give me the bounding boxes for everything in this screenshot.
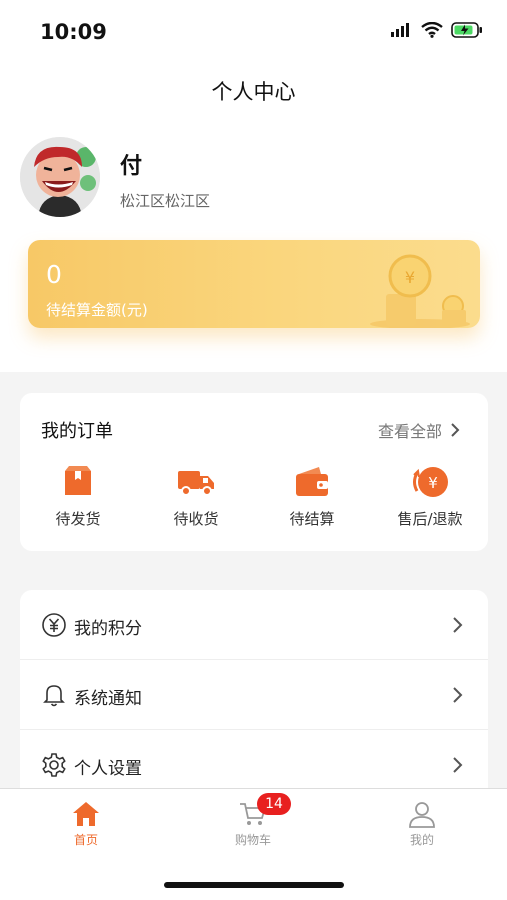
order-status-label: 售后/退款 [397, 510, 463, 528]
home-icon [73, 802, 99, 826]
svg-text:¥: ¥ [405, 268, 415, 287]
pending-earnings-label: 待结算金额(元) [46, 301, 148, 319]
chevron-right-icon [453, 687, 463, 703]
chevron-right-icon [453, 617, 463, 633]
signal-icon [391, 23, 409, 37]
bell-icon [43, 685, 65, 707]
user-name: 付 [120, 154, 143, 179]
coin-stack-icon: ¥ [370, 254, 470, 328]
status-time: 10:09 [40, 20, 107, 44]
tab-label: 我的 [409, 833, 434, 847]
order-status-to-receive[interactable]: 待收货 [146, 465, 246, 529]
user-region: 松江区松江区 [120, 192, 211, 210]
order-status-label: 待发货 [55, 510, 101, 528]
status-icons [391, 22, 483, 38]
menu-item-label: 我的积分 [74, 619, 142, 639]
gear-icon [42, 753, 66, 777]
yen-refund-icon: ¥ [413, 467, 448, 497]
tab-cart[interactable]: 14 购物车 [203, 793, 303, 848]
my-orders-card: 我的订单 查看全部 待发货 待收货 待结算 ¥ 售后/退款 [20, 393, 488, 551]
menu-item-label: 个人设置 [74, 759, 142, 779]
view-all-label: 查看全部 [377, 422, 442, 441]
order-status-to-settle[interactable]: 待结算 [262, 465, 362, 529]
avatar[interactable] [20, 137, 100, 217]
tab-mine[interactable]: 我的 [372, 799, 472, 848]
orders-title: 我的订单 [41, 421, 113, 442]
home-indicator [164, 882, 344, 888]
cart-count-badge: 14 [257, 793, 291, 815]
order-status-label: 待结算 [289, 510, 335, 528]
page-title: 个人中心 [211, 80, 296, 104]
pending-earnings-amount: 0 [46, 260, 62, 289]
package-icon [65, 466, 91, 495]
menu-item-points[interactable]: 我的积分 [20, 590, 488, 660]
svg-text:¥: ¥ [428, 474, 438, 492]
wifi-icon [421, 22, 443, 38]
tab-label: 首页 [73, 833, 98, 847]
order-status-to-ship[interactable]: 待发货 [28, 465, 128, 529]
wallet-icon [296, 467, 328, 496]
pending-earnings-card[interactable]: 0 待结算金额(元) ¥ [28, 240, 480, 328]
tab-label: 购物车 [234, 833, 271, 847]
status-bar: 10:09 [0, 0, 507, 60]
settings-menu: 我的积分 系统通知 个人设置 [20, 590, 488, 800]
avatar-image [20, 137, 100, 217]
view-all-orders-link[interactable]: 查看全部 [378, 418, 460, 442]
order-status-label: 待收货 [173, 510, 219, 528]
chevron-right-icon [453, 757, 463, 773]
truck-icon [178, 471, 214, 496]
tab-home[interactable]: 首页 [36, 799, 136, 848]
user-icon [409, 802, 435, 828]
chevron-right-icon [451, 423, 460, 437]
battery-charging-icon [451, 22, 482, 38]
menu-item-label: 系统通知 [74, 689, 142, 709]
yen-circle-icon [42, 613, 66, 637]
order-status-after-sales[interactable]: ¥ 售后/退款 [380, 465, 480, 529]
menu-item-notifications[interactable]: 系统通知 [20, 660, 488, 730]
